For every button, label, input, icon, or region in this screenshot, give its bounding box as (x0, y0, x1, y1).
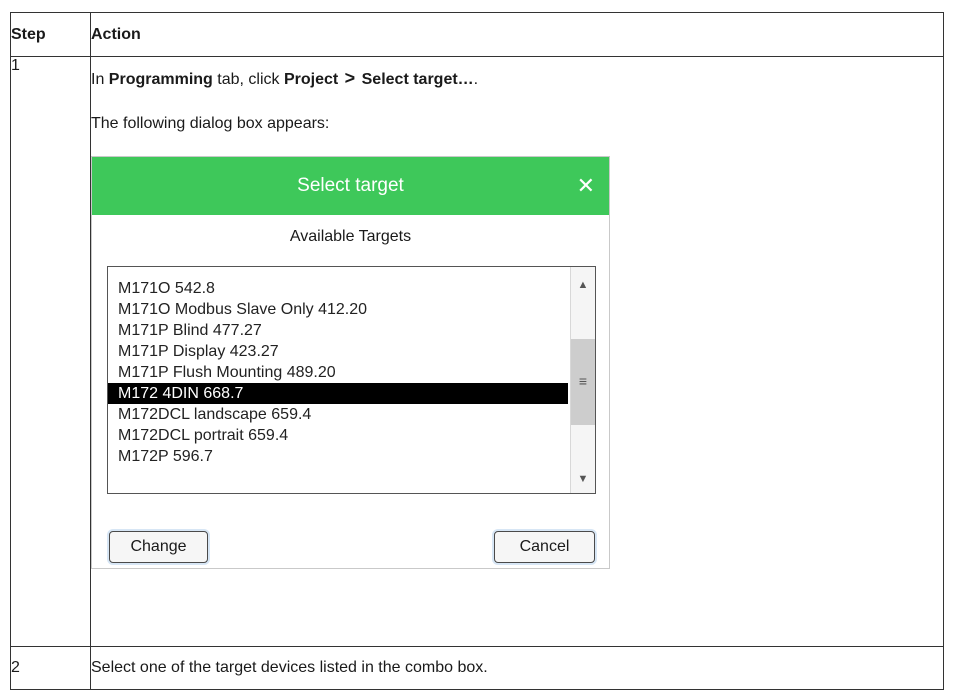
programming-tab-label: Programming (108, 71, 213, 88)
table-row: 2 Select one of the target devices liste… (10, 646, 944, 690)
dialog-titlebar: Select target ✕ (92, 157, 609, 215)
targets-list: M171O 542.8 M171O Modbus Slave Only 412.2… (108, 278, 568, 467)
scroll-up-icon[interactable]: ▲ (571, 273, 595, 297)
instruction-suffix: . (473, 71, 479, 88)
list-item[interactable]: M172 4DIN 668.7 (108, 383, 568, 404)
step-number: 2 (10, 646, 91, 690)
list-item[interactable]: M171P Blind 477.27 (108, 320, 568, 341)
dialog-title: Select target (297, 175, 404, 196)
cancel-button[interactable]: Cancel (494, 531, 595, 563)
project-menu-label: Project (283, 71, 339, 88)
action-column-header: Action (90, 12, 944, 57)
list-item[interactable]: M172P 596.7 (108, 446, 568, 467)
change-button[interactable]: Change (109, 531, 208, 563)
targets-listbox[interactable]: M171O 542.8 M171O Modbus Slave Only 412.2… (107, 266, 596, 494)
scrollbar-thumb[interactable]: ≡ (571, 339, 595, 425)
table-header-row: Step Action (10, 12, 944, 57)
steps-table: Step Action 1 In Programming tab, click … (10, 12, 944, 690)
list-item[interactable]: M171P Display 423.27 (108, 341, 568, 362)
instruction-prefix: In (91, 71, 109, 88)
list-item[interactable]: M172DCL portrait 659.4 (108, 425, 568, 446)
list-item[interactable]: M171O Modbus Slave Only 412.20 (108, 299, 568, 320)
step-action: Select one of the target devices listed … (90, 646, 944, 690)
list-item[interactable]: M171O 542.8 (108, 278, 568, 299)
scroll-down-icon[interactable]: ▼ (571, 467, 595, 491)
result-text: The following dialog box appears: (91, 115, 330, 132)
list-item[interactable]: M171P Flush Mounting 489.20 (108, 362, 568, 383)
step-column-header: Step (10, 12, 91, 57)
select-target-menu-label: Select target… (361, 71, 474, 88)
close-icon[interactable]: ✕ (577, 157, 595, 215)
step-action: In Programming tab, click Project > Sele… (90, 56, 944, 647)
step-number: 1 (10, 56, 91, 647)
available-targets-label: Available Targets (289, 228, 412, 245)
grip-icon: ≡ (578, 373, 588, 389)
instruction-middle: tab, click (212, 71, 284, 88)
menu-arrow-icon: > (344, 68, 356, 88)
select-target-dialog: Select target ✕ Available Targets M171O … (91, 156, 610, 569)
listbox-scrollbar[interactable]: ▲ ≡ ▼ (570, 267, 595, 493)
instruction-text: In Programming tab, click Project > Sele… (91, 68, 943, 90)
list-item[interactable]: M172DCL landscape 659.4 (108, 404, 568, 425)
table-row: 1 In Programming tab, click Project > Se… (10, 56, 944, 647)
